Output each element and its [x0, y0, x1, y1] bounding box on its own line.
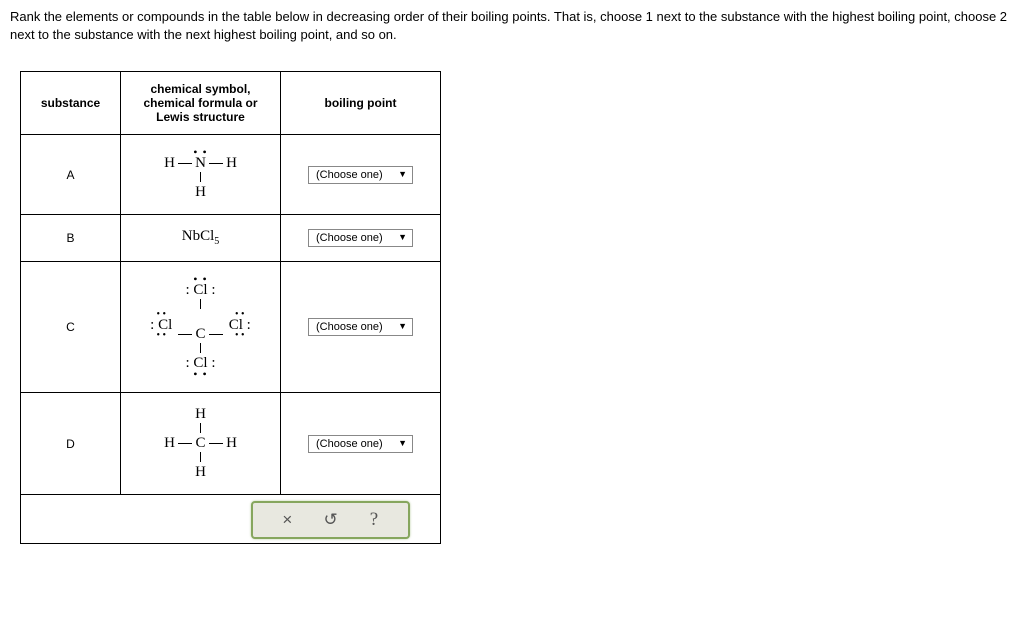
lewis-ccl4: • • : Cl : • • : Cl • • C • • Cl :	[150, 268, 251, 386]
dropdown-b[interactable]: (Choose one) ▼	[308, 229, 413, 247]
answer-toolbar: × ↺ ?	[251, 501, 410, 539]
table-row: D H HCH H (Choose one) ▼	[21, 393, 441, 495]
instructions-text: Rank the elements or compounds in the ta…	[10, 8, 1014, 43]
lewis-nh3: • • HNH H	[163, 141, 238, 208]
chevron-down-icon: ▼	[398, 438, 407, 448]
header-substance: substance	[21, 72, 121, 135]
substance-label-b: B	[21, 215, 121, 262]
substance-label-d: D	[21, 393, 121, 495]
chevron-down-icon: ▼	[398, 321, 407, 331]
dropdown-c[interactable]: (Choose one) ▼	[308, 318, 413, 336]
substance-label-a: A	[21, 135, 121, 215]
table-row: C • • : Cl : • • : Cl • • C • •	[21, 262, 441, 393]
substances-table: substance chemical symbol, chemical form…	[20, 71, 441, 544]
substance-label-c: C	[21, 262, 121, 393]
close-button[interactable]: ×	[273, 510, 301, 530]
formula-b: NbCl5	[121, 215, 281, 262]
dropdown-a-label: (Choose one)	[316, 169, 383, 181]
formula-d: H HCH H	[121, 393, 281, 495]
header-formula: chemical symbol, chemical formula or Lew…	[121, 72, 281, 135]
dropdown-c-label: (Choose one)	[316, 321, 383, 333]
toolbar-row: × ↺ ?	[21, 495, 441, 544]
lewis-ch4: H HCH H	[163, 399, 238, 488]
header-boiling-point: boiling point	[281, 72, 441, 135]
help-button[interactable]: ?	[360, 509, 388, 531]
dropdown-d-label: (Choose one)	[316, 438, 383, 450]
reset-button[interactable]: ↺	[317, 510, 345, 530]
formula-c: • • : Cl : • • : Cl • • C • • Cl :	[121, 262, 281, 393]
chevron-down-icon: ▼	[398, 169, 407, 179]
table-row: B NbCl5 (Choose one) ▼	[21, 215, 441, 262]
chevron-down-icon: ▼	[398, 232, 407, 242]
dropdown-a[interactable]: (Choose one) ▼	[308, 166, 413, 184]
formula-a: • • HNH H	[121, 135, 281, 215]
dropdown-b-label: (Choose one)	[316, 232, 383, 244]
table-row: A • • HNH H (Choose one) ▼	[21, 135, 441, 215]
dropdown-d[interactable]: (Choose one) ▼	[308, 435, 413, 453]
formula-nbcl5: NbCl5	[182, 221, 220, 255]
